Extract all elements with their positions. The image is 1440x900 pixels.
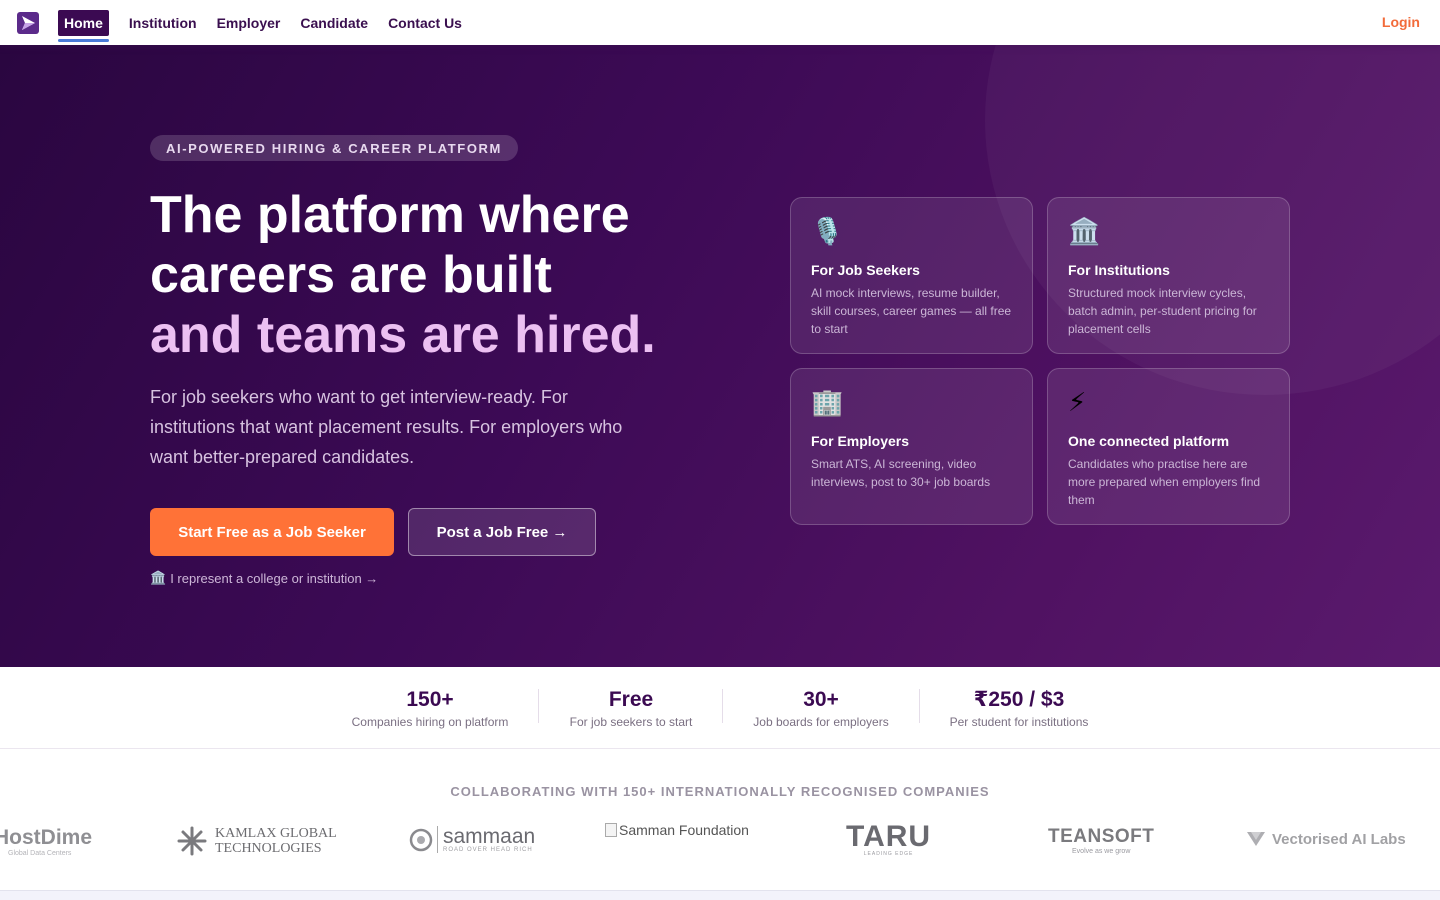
stat-label: Job boards for employers xyxy=(753,714,889,729)
nav-contact-us[interactable]: Contact Us xyxy=(388,15,462,31)
lightning-icon: ⚡ xyxy=(1068,387,1087,417)
sammaan-emblem-icon xyxy=(409,828,433,851)
logo-name: KAMLAX GLOBAL xyxy=(215,826,337,841)
card-title: For Job Seekers xyxy=(811,262,920,278)
hero-headline: The platform where careers are built and… xyxy=(150,185,656,365)
office-building-icon: 🏢 xyxy=(811,387,844,417)
stat-divider xyxy=(919,689,920,723)
card-connected-platform[interactable]: ⚡ One connected platform Candidates who … xyxy=(1047,368,1290,525)
stat-value: Free xyxy=(608,687,654,711)
start-free-job-seeker-button[interactable]: Start Free as a Job Seeker xyxy=(150,508,394,556)
card-title: For Institutions xyxy=(1068,262,1170,278)
stats-bar: 150+ Companies hiring on platform Free F… xyxy=(0,667,1440,749)
stat-label: Companies hiring on platform xyxy=(351,714,509,729)
stat-value: 150+ xyxy=(406,687,454,711)
logo-name: TEANSOFT xyxy=(1048,826,1155,847)
microphone-icon: 🎙️ xyxy=(811,216,844,246)
vectorised-emblem-icon xyxy=(1247,832,1265,846)
top-nav: Home Institution Employer Candidate Cont… xyxy=(0,0,1440,45)
nav-links: Home Institution Employer Candidate Cont… xyxy=(58,0,482,45)
nav-home[interactable]: Home xyxy=(58,9,109,42)
card-title: One connected platform xyxy=(1068,433,1230,449)
logo-name: TARU xyxy=(846,820,932,853)
logo-name: sammaan xyxy=(443,825,536,848)
logo-kamlax: KAMLAX GLOBAL TECHNOLOGIES xyxy=(177,826,337,856)
stat-companies: 150+ Companies hiring on platform xyxy=(340,667,520,749)
nav-employer[interactable]: Employer xyxy=(217,15,281,31)
institution-icon: 🏛️ xyxy=(150,570,167,585)
stat-pricing: ₹250 / $3 Per student for institutions xyxy=(936,667,1102,749)
nav-candidate[interactable]: Candidate xyxy=(300,15,368,31)
logo-taru: TARU LEADING EDGE xyxy=(846,820,932,858)
college-link-label: I represent a college or institution → xyxy=(170,570,379,586)
logo-teansoft: TEANSOFT Evolve as we grow xyxy=(1048,826,1154,855)
kamlax-emblem-icon xyxy=(177,826,207,856)
card-description: AI mock interviews, resume builder, skil… xyxy=(811,286,1012,336)
next-section-edge xyxy=(0,890,1440,900)
brand-logo-icon[interactable] xyxy=(17,12,39,34)
logo-samman-foundation: Samman Foundation xyxy=(605,822,749,838)
logo-hostdime: HostDime Global Data Centers xyxy=(0,826,104,857)
card-institutions[interactable]: 🏛️ For Institutions Structured mock inte… xyxy=(1047,197,1290,354)
post-job-free-button[interactable]: Post a Job Free → xyxy=(408,508,596,556)
headline-accent: and teams are hired. xyxy=(150,306,656,364)
hero-section: AI-POWERED HIRING & CAREER PLATFORM The … xyxy=(0,45,1440,667)
headline-line-1: The platform where xyxy=(150,186,630,244)
college-institution-link[interactable]: 🏛️ I represent a college or institution … xyxy=(150,570,378,586)
nav-institution[interactable]: Institution xyxy=(129,15,197,31)
logo-name: Vectorised AI Labs xyxy=(1272,830,1406,848)
stat-divider xyxy=(722,689,723,723)
headline-line-2: careers are built xyxy=(150,246,552,304)
stat-job-boards: 30+ Job boards for employers xyxy=(740,667,902,749)
card-title: For Employers xyxy=(811,433,910,449)
hero-badge: AI-POWERED HIRING & CAREER PLATFORM xyxy=(150,135,518,161)
logo-name: HostDime xyxy=(0,826,93,849)
stat-value: 30+ xyxy=(803,687,839,711)
logo-vectorised: Vectorised AI Labs xyxy=(1246,830,1406,848)
stat-label: Per student for institutions xyxy=(949,715,1089,729)
logo-tagline: Evolve as we grow xyxy=(1072,848,1131,855)
logo-tagline: ROAD OVER HEAD RICH xyxy=(443,847,533,853)
card-description: Candidates who practise here are more pr… xyxy=(1068,457,1261,507)
login-link[interactable]: Login xyxy=(1382,14,1420,30)
stat-divider xyxy=(538,689,539,723)
card-job-seekers[interactable]: 🎙️ For Job Seekers AI mock interviews, r… xyxy=(790,197,1033,354)
institution-icon: 🏛️ xyxy=(1068,216,1101,246)
stat-label: For job seekers to start xyxy=(569,714,693,729)
logo-sammaan: sammaan ROAD OVER HEAD RICH xyxy=(409,826,535,853)
card-employers[interactable]: 🏢 For Employers Smart ATS, AI screening,… xyxy=(790,368,1033,525)
logo-tagline: Global Data Centers xyxy=(8,850,72,857)
hero-subtext: For job seekers who want to get intervie… xyxy=(150,387,623,467)
card-description: Structured mock interview cycles, batch … xyxy=(1068,286,1257,336)
stat-value: ₹250 / $3 xyxy=(973,688,1065,711)
broken-image-icon xyxy=(605,823,617,837)
partner-logos: HostDime Global Data Centers KAMLAX GLOB… xyxy=(0,812,1440,872)
collaboration-heading: COLLABORATING WITH 150+ INTERNATIONALLY … xyxy=(450,784,990,799)
logo-alt-text: Samman Foundation xyxy=(619,822,749,838)
stat-free: Free For job seekers to start xyxy=(556,667,706,749)
logo-name-line-2: TECHNOLOGIES xyxy=(215,841,322,856)
card-description: Smart ATS, AI screening, video interview… xyxy=(811,457,991,489)
